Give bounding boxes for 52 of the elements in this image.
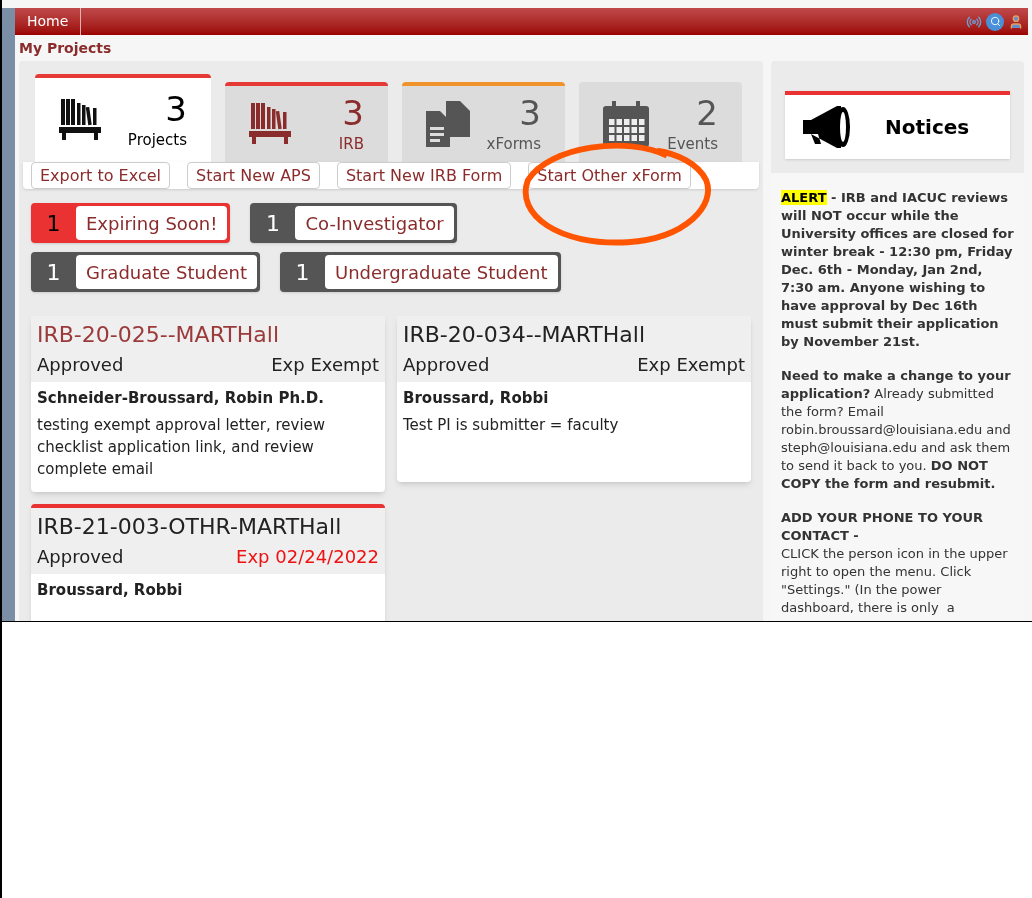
alert-notice: ALERT - IRB and IACUC reviews will NOT occur while the University offices are closed for winter break - 12:30 pm, Friday Dec. 6th - Monday, Jan 2nd, 7:30 am. Anyone wishing to have approval by Dec 16th must submit their application by November 21st.: [781, 189, 1014, 351]
project-card[interactable]: IRB-20-025--MARTHall Approved Exp Exempt Schneider-Broussard, Robin Ph.D. testing exempt approval letter, review checklist application link, and review complete email: [31, 316, 385, 492]
chip-label: Undergraduate Student: [324, 255, 558, 289]
card-description: Test PI is submitter = faculty: [403, 415, 620, 436]
action-button[interactable]: Export to Excel: [31, 162, 170, 189]
filter-chip[interactable]: 1 Co-Investigator: [250, 203, 457, 243]
tab-count: 2: [696, 92, 718, 133]
card-person: Broussard, Robbi: [403, 388, 550, 409]
card-person: Broussard, Robbi: [37, 580, 184, 601]
card-status: Approved: [37, 545, 124, 569]
card-title[interactable]: IRB-20-034--MARTHall: [403, 320, 745, 350]
filter-chip[interactable]: 1 Undergraduate Student: [279, 252, 561, 292]
chip-count: 1: [294, 258, 311, 287]
chip-label: Co-Investigator: [295, 206, 454, 240]
card-status: Approved: [403, 353, 490, 377]
project-card[interactable]: IRB-20-034--MARTHall Approved Exp Exempt Broussard, Robbi Test PI is submitter = faculty: [397, 316, 751, 482]
category-tab[interactable]: 3 Projects: [35, 74, 211, 162]
action-button[interactable]: Start Other xForm: [528, 162, 691, 189]
tab-count: 3: [342, 92, 364, 133]
tab-label: IRB: [338, 133, 364, 155]
phone-text: CLICK the person icon in the upper right to open the menu. Click "Settings." (In the power dashboard, there is only a: [781, 545, 1009, 617]
filter-chip[interactable]: 1 Graduate Student: [31, 252, 260, 292]
chip-count: 1: [265, 209, 281, 238]
category-tab[interactable]: 3 xForms: [402, 82, 565, 162]
tab-label: Projects: [127, 129, 187, 151]
chip-count: 1: [45, 258, 62, 287]
card-expiry: Exp 02/24/2022: [236, 545, 379, 569]
tab-count: 3: [519, 92, 541, 133]
change-notice: Need to make a change to your application? Already submitted the form? Email robin.broussard@louisiana.edu and steph@louisiana.edu and ask them to send it back to you. DO NOT COPY the form and resubmit.: [781, 367, 1012, 493]
chip-count: 1: [45, 209, 62, 238]
chip-label: Graduate Student: [76, 255, 257, 289]
tab-count: 3: [165, 88, 187, 129]
card-title[interactable]: IRB-21-003-OTHR-MARTHall: [37, 512, 379, 542]
card-expiry: Exp Exempt: [637, 353, 745, 377]
notices-title: Notices: [885, 114, 970, 141]
card-description: testing exempt approval letter, review checklist application link, and review complete email: [37, 415, 327, 480]
filter-chip[interactable]: 1 Expiring Soon!: [31, 203, 231, 243]
card-title[interactable]: IRB-20-025--MARTHall: [37, 320, 379, 350]
action-button[interactable]: Start New APS: [187, 162, 320, 189]
phone-heading: ADD YOUR PHONE TO YOUR CONTACT -: [781, 509, 985, 545]
action-button[interactable]: Start New IRB Form: [336, 162, 512, 189]
chip-label: Expiring Soon!: [76, 206, 228, 240]
category-tab[interactable]: 3 IRB: [225, 82, 388, 162]
category-tab[interactable]: 2 Events: [579, 82, 742, 162]
card-expiry: Exp Exempt: [271, 353, 379, 377]
tab-label: Events: [667, 133, 718, 155]
card-status: Approved: [37, 353, 124, 377]
card-person: Schneider-Broussard, Robin Ph.D.: [37, 388, 325, 409]
page-title: My Projects: [18, 38, 113, 58]
tab-label: xForms: [486, 133, 541, 155]
home-tab[interactable]: Home: [15, 8, 82, 35]
project-card[interactable]: IRB-21-003-OTHR-MARTHall Approved Exp 02/24/2022 Broussard, Robbi: [31, 504, 385, 621]
